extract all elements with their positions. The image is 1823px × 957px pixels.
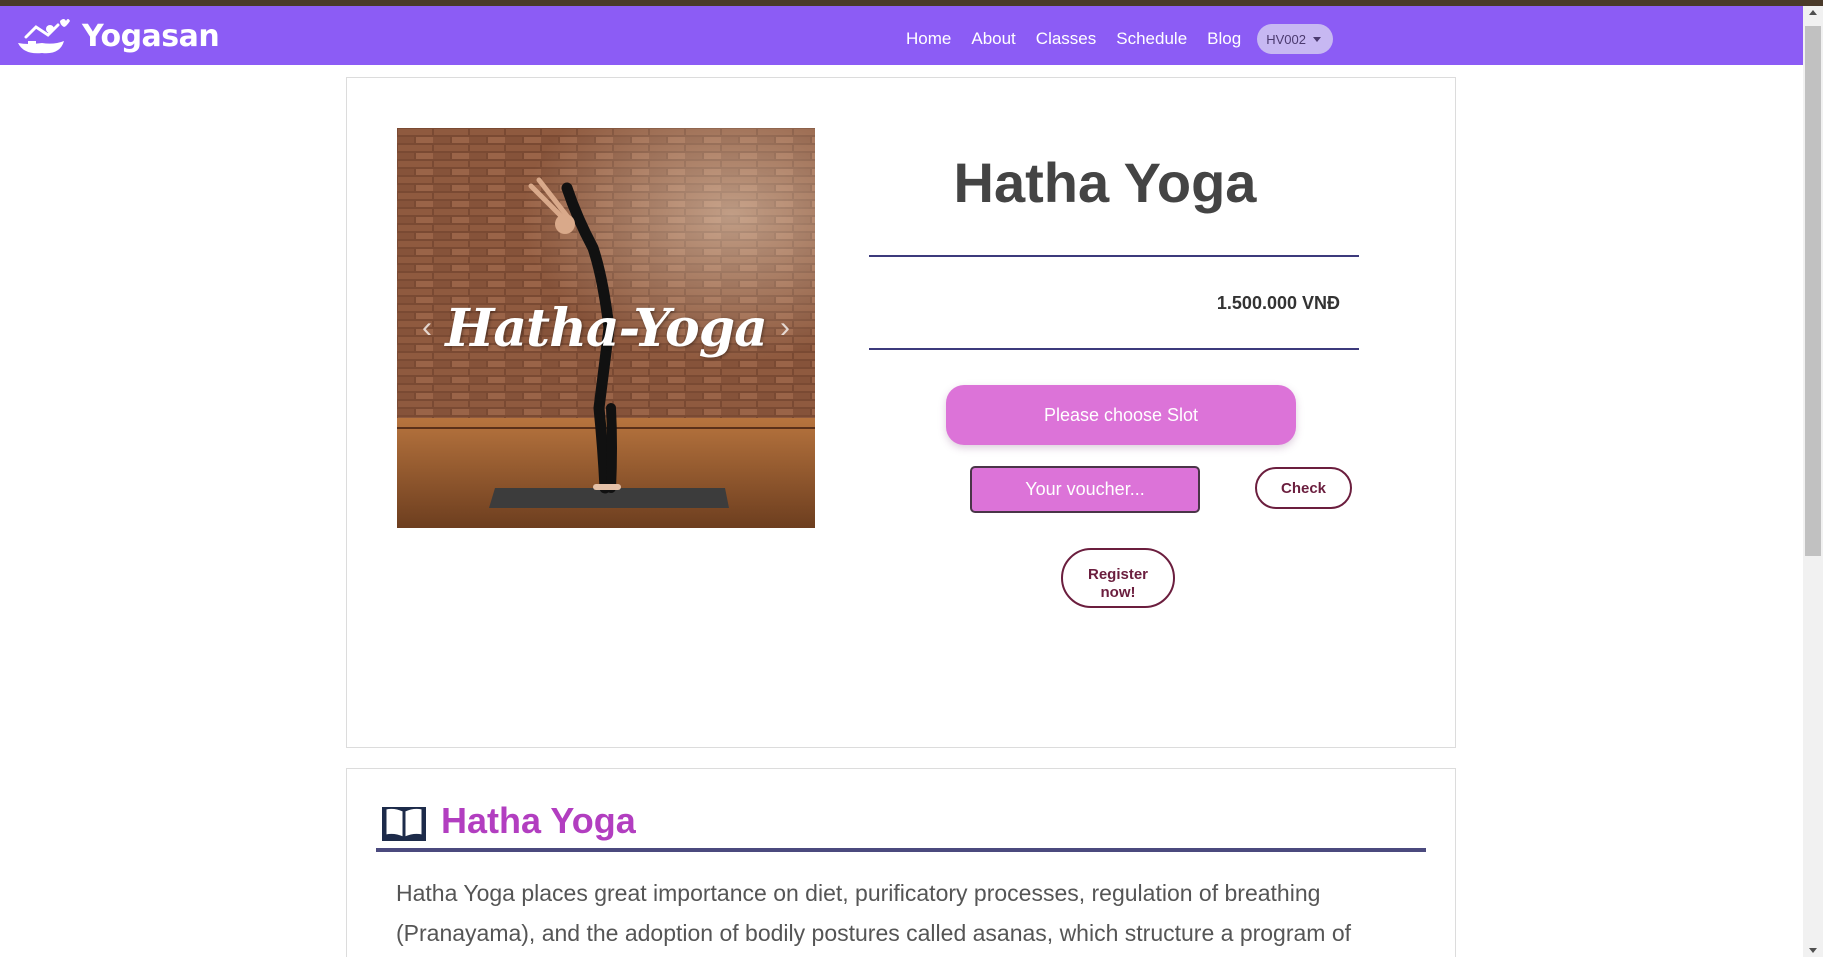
divider (869, 255, 1359, 257)
nav-about[interactable]: About (971, 29, 1015, 49)
book-icon (382, 807, 426, 841)
carousel-caption: Hatha-Yoga (445, 298, 768, 359)
choose-slot-button[interactable]: Please choose Slot (946, 385, 1296, 445)
class-price: 1.500.000 VNĐ (1216, 293, 1340, 313)
scroll-down-arrow-icon[interactable] (1809, 948, 1817, 953)
nav-blog[interactable]: Blog (1207, 29, 1241, 49)
register-button[interactable]: Register now! (1061, 548, 1175, 608)
nav-schedule[interactable]: Schedule (1116, 29, 1187, 49)
brand-name: Yogasan (82, 18, 220, 54)
caret-down-icon (1312, 36, 1321, 42)
user-code: HV002 (1266, 31, 1306, 47)
chevron-right-icon[interactable]: › (775, 313, 795, 343)
scroll-thumb[interactable] (1805, 26, 1821, 556)
nav-links: Home About Classes Schedule Blog HV002 (906, 24, 1333, 54)
class-title: Hatha Yoga (953, 151, 1257, 214)
navbar: Yogasan Home About Classes Schedule Blog… (0, 6, 1803, 65)
yoga-logo-icon (18, 19, 70, 54)
description-text: Hatha Yoga places great importance on di… (396, 880, 1352, 946)
nav-classes[interactable]: Classes (1036, 29, 1096, 49)
description-divider (376, 848, 1426, 852)
divider (869, 348, 1359, 350)
nav-home[interactable]: Home (906, 29, 951, 49)
scroll-up-arrow-icon[interactable] (1809, 10, 1817, 15)
class-image-carousel[interactable]: Hatha-Yoga ‹ › (397, 128, 815, 528)
scrollbar[interactable] (1803, 6, 1823, 957)
chevron-left-icon[interactable]: ‹ (417, 313, 437, 343)
check-voucher-button[interactable]: Check (1255, 467, 1352, 509)
voucher-input[interactable] (970, 466, 1200, 513)
user-dropdown[interactable]: HV002 (1257, 24, 1333, 54)
description-title: Hatha Yoga (441, 800, 636, 841)
brand-logo[interactable]: Yogasan (14, 14, 220, 58)
